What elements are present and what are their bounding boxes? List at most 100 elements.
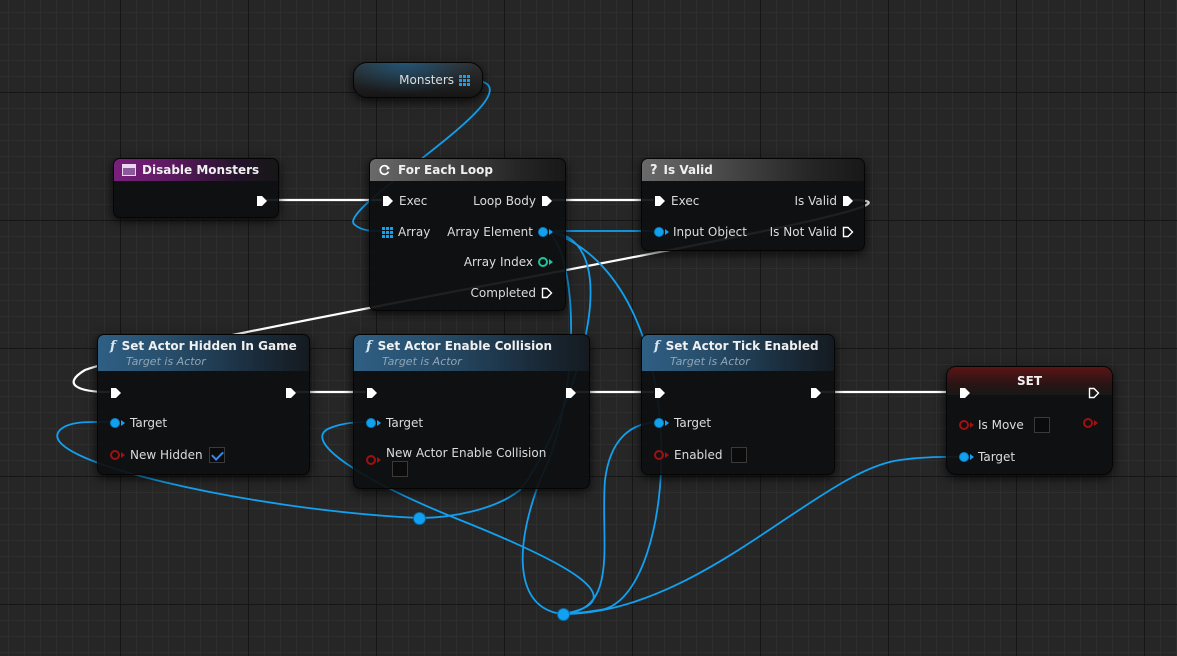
monsters-variable-node[interactable]: Monsters <box>353 62 483 98</box>
boolean-pin-icon <box>1083 418 1093 428</box>
loop-exec-input-pin[interactable]: Exec <box>382 193 427 209</box>
set-exec-input-pin[interactable] <box>959 385 971 401</box>
completed-label: Completed <box>470 286 536 300</box>
set-actor-tick-title: Set Actor Tick Enabled <box>665 339 819 353</box>
set-actor-tick-header: f Set Actor Tick Enabled Target is Actor <box>642 335 834 371</box>
pin-arrow-icon <box>665 229 669 235</box>
loop-body-output-pin[interactable]: Loop Body <box>473 193 553 209</box>
array-element-label: Array Element <box>447 225 533 239</box>
completed-output-pin[interactable]: Completed <box>471 285 553 301</box>
array-element-output-pin[interactable]: Array Element <box>447 224 553 240</box>
collision-exec-input-pin[interactable] <box>366 385 378 401</box>
is-valid-node[interactable]: ? Is Valid Exec Input Object Is Valid Is… <box>641 158 865 251</box>
new-enable-collision-label: New Actor Enable Collision <box>386 446 547 460</box>
tick-exec-input-pin[interactable] <box>654 385 666 401</box>
array-index-label: Array Index <box>463 255 533 269</box>
set-variable-node[interactable]: SET Is Move Target <box>946 366 1113 475</box>
exec-outline-arrow-icon <box>541 287 553 299</box>
event-title: Disable Monsters <box>142 163 260 177</box>
is-valid-output-pin[interactable]: Is Valid <box>794 193 854 209</box>
array-grid-icon <box>459 74 470 86</box>
tick-enabled-label: Enabled <box>674 448 723 462</box>
event-exec-output-pin[interactable] <box>256 193 268 209</box>
loop-array-label: Array <box>398 225 431 239</box>
exec-arrow-icon <box>111 388 121 398</box>
boolean-pin-icon <box>110 450 120 460</box>
object-pin-icon <box>366 418 376 428</box>
pin-arrow-icon <box>970 422 974 428</box>
object-pin-icon <box>959 452 969 462</box>
is-not-valid-output-pin[interactable]: Is Not Valid <box>770 224 854 240</box>
loop-icon <box>379 164 391 176</box>
reroute-knot-left[interactable] <box>413 512 426 525</box>
collision-target-pin[interactable]: Target <box>366 415 423 431</box>
is-move-output-pin[interactable] <box>1083 415 1098 431</box>
is-move-input-pin[interactable]: Is Move <box>959 417 1050 433</box>
tick-enabled-checkbox[interactable] <box>730 447 747 463</box>
is-move-checkbox[interactable] <box>1033 417 1050 433</box>
for-each-loop-title: For Each Loop <box>398 163 493 177</box>
set-actor-hidden-subtitle: Target is Actor <box>126 355 206 368</box>
function-icon: f <box>366 338 372 354</box>
set-target-pin[interactable]: Target <box>959 449 1015 465</box>
reroute-knot-bottom[interactable] <box>557 608 570 621</box>
hidden-exec-output-pin[interactable] <box>285 385 297 401</box>
set-actor-tick-subtitle: Target is Actor <box>670 355 750 368</box>
object-pin-icon <box>538 227 548 237</box>
exec-arrow-icon <box>367 388 377 398</box>
pin-arrow-icon <box>665 452 669 458</box>
set-actor-hidden-header: f Set Actor Hidden In Game Target is Acto… <box>98 335 309 371</box>
exec-arrow-icon <box>286 388 296 398</box>
is-valid-exec-label: Exec <box>671 194 700 208</box>
for-each-loop-header: For Each Loop <box>370 159 565 181</box>
object-pin-icon <box>110 418 120 428</box>
array-grid-icon <box>382 226 393 238</box>
integer-pin-icon <box>538 257 548 267</box>
object-wire-knot-bottom-to-set-target <box>562 455 967 615</box>
hidden-exec-input-pin[interactable] <box>110 385 122 401</box>
new-enable-collision-checkbox[interactable] <box>392 461 408 477</box>
tick-enabled-pin[interactable]: Enabled <box>654 447 747 463</box>
set-target-label: Target <box>978 450 1016 464</box>
set-actor-hidden-node[interactable]: f Set Actor Hidden In Game Target is Acto… <box>97 334 310 475</box>
input-object-pin[interactable]: Input Object <box>654 224 747 240</box>
exec-arrow-icon <box>843 196 853 206</box>
exec-arrow-icon <box>655 388 665 398</box>
pin-arrow-icon <box>121 420 125 426</box>
is-valid-title: Is Valid <box>663 163 713 177</box>
set-actor-collision-subtitle: Target is Actor <box>382 355 462 368</box>
monsters-label: Monsters <box>399 73 454 87</box>
pin-arrow-icon <box>549 259 553 265</box>
for-each-loop-node[interactable]: For Each Loop Exec Array Loop Body Array… <box>369 158 566 311</box>
loop-body-label: Loop Body <box>473 194 536 208</box>
set-actor-tick-node[interactable]: f Set Actor Tick Enabled Target is Actor … <box>641 334 835 475</box>
tick-exec-output-pin[interactable] <box>810 385 822 401</box>
pin-arrow-icon <box>1094 420 1098 426</box>
array-index-output-pin[interactable]: Array Index <box>464 254 553 270</box>
set-actor-hidden-title: Set Actor Hidden In Game <box>121 339 297 353</box>
exec-arrow-icon <box>566 388 576 398</box>
exec-arrow-icon <box>811 388 821 398</box>
question-icon: ? <box>650 162 658 178</box>
new-hidden-checkbox[interactable] <box>208 447 225 463</box>
set-actor-collision-node[interactable]: f Set Actor Enable Collision Target is Ac… <box>353 334 590 489</box>
pin-arrow-icon <box>970 454 974 460</box>
tick-target-pin[interactable]: Target <box>654 415 711 431</box>
hidden-target-label: Target <box>130 416 168 430</box>
object-pin-icon <box>654 227 664 237</box>
new-hidden-pin[interactable]: New Hidden <box>110 447 225 463</box>
boolean-pin-icon <box>959 420 969 430</box>
is-valid-exec-input-pin[interactable]: Exec <box>654 193 699 209</box>
monsters-output-pin[interactable]: Monsters <box>399 72 470 88</box>
collision-exec-output-pin[interactable] <box>565 385 577 401</box>
function-icon: f <box>654 338 660 354</box>
object-pin-icon <box>654 418 664 428</box>
hidden-target-pin[interactable]: Target <box>110 415 167 431</box>
is-valid-output-label: Is Valid <box>794 194 837 208</box>
is-move-label: Is Move <box>978 418 1024 432</box>
new-enable-collision-pin[interactable]: New Actor Enable Collision <box>366 445 547 465</box>
set-exec-output-pin[interactable] <box>1088 385 1100 401</box>
loop-array-input-pin[interactable]: Array <box>382 224 430 240</box>
function-icon: f <box>110 338 116 354</box>
disable-monsters-event-node[interactable]: Disable Monsters <box>113 158 279 218</box>
